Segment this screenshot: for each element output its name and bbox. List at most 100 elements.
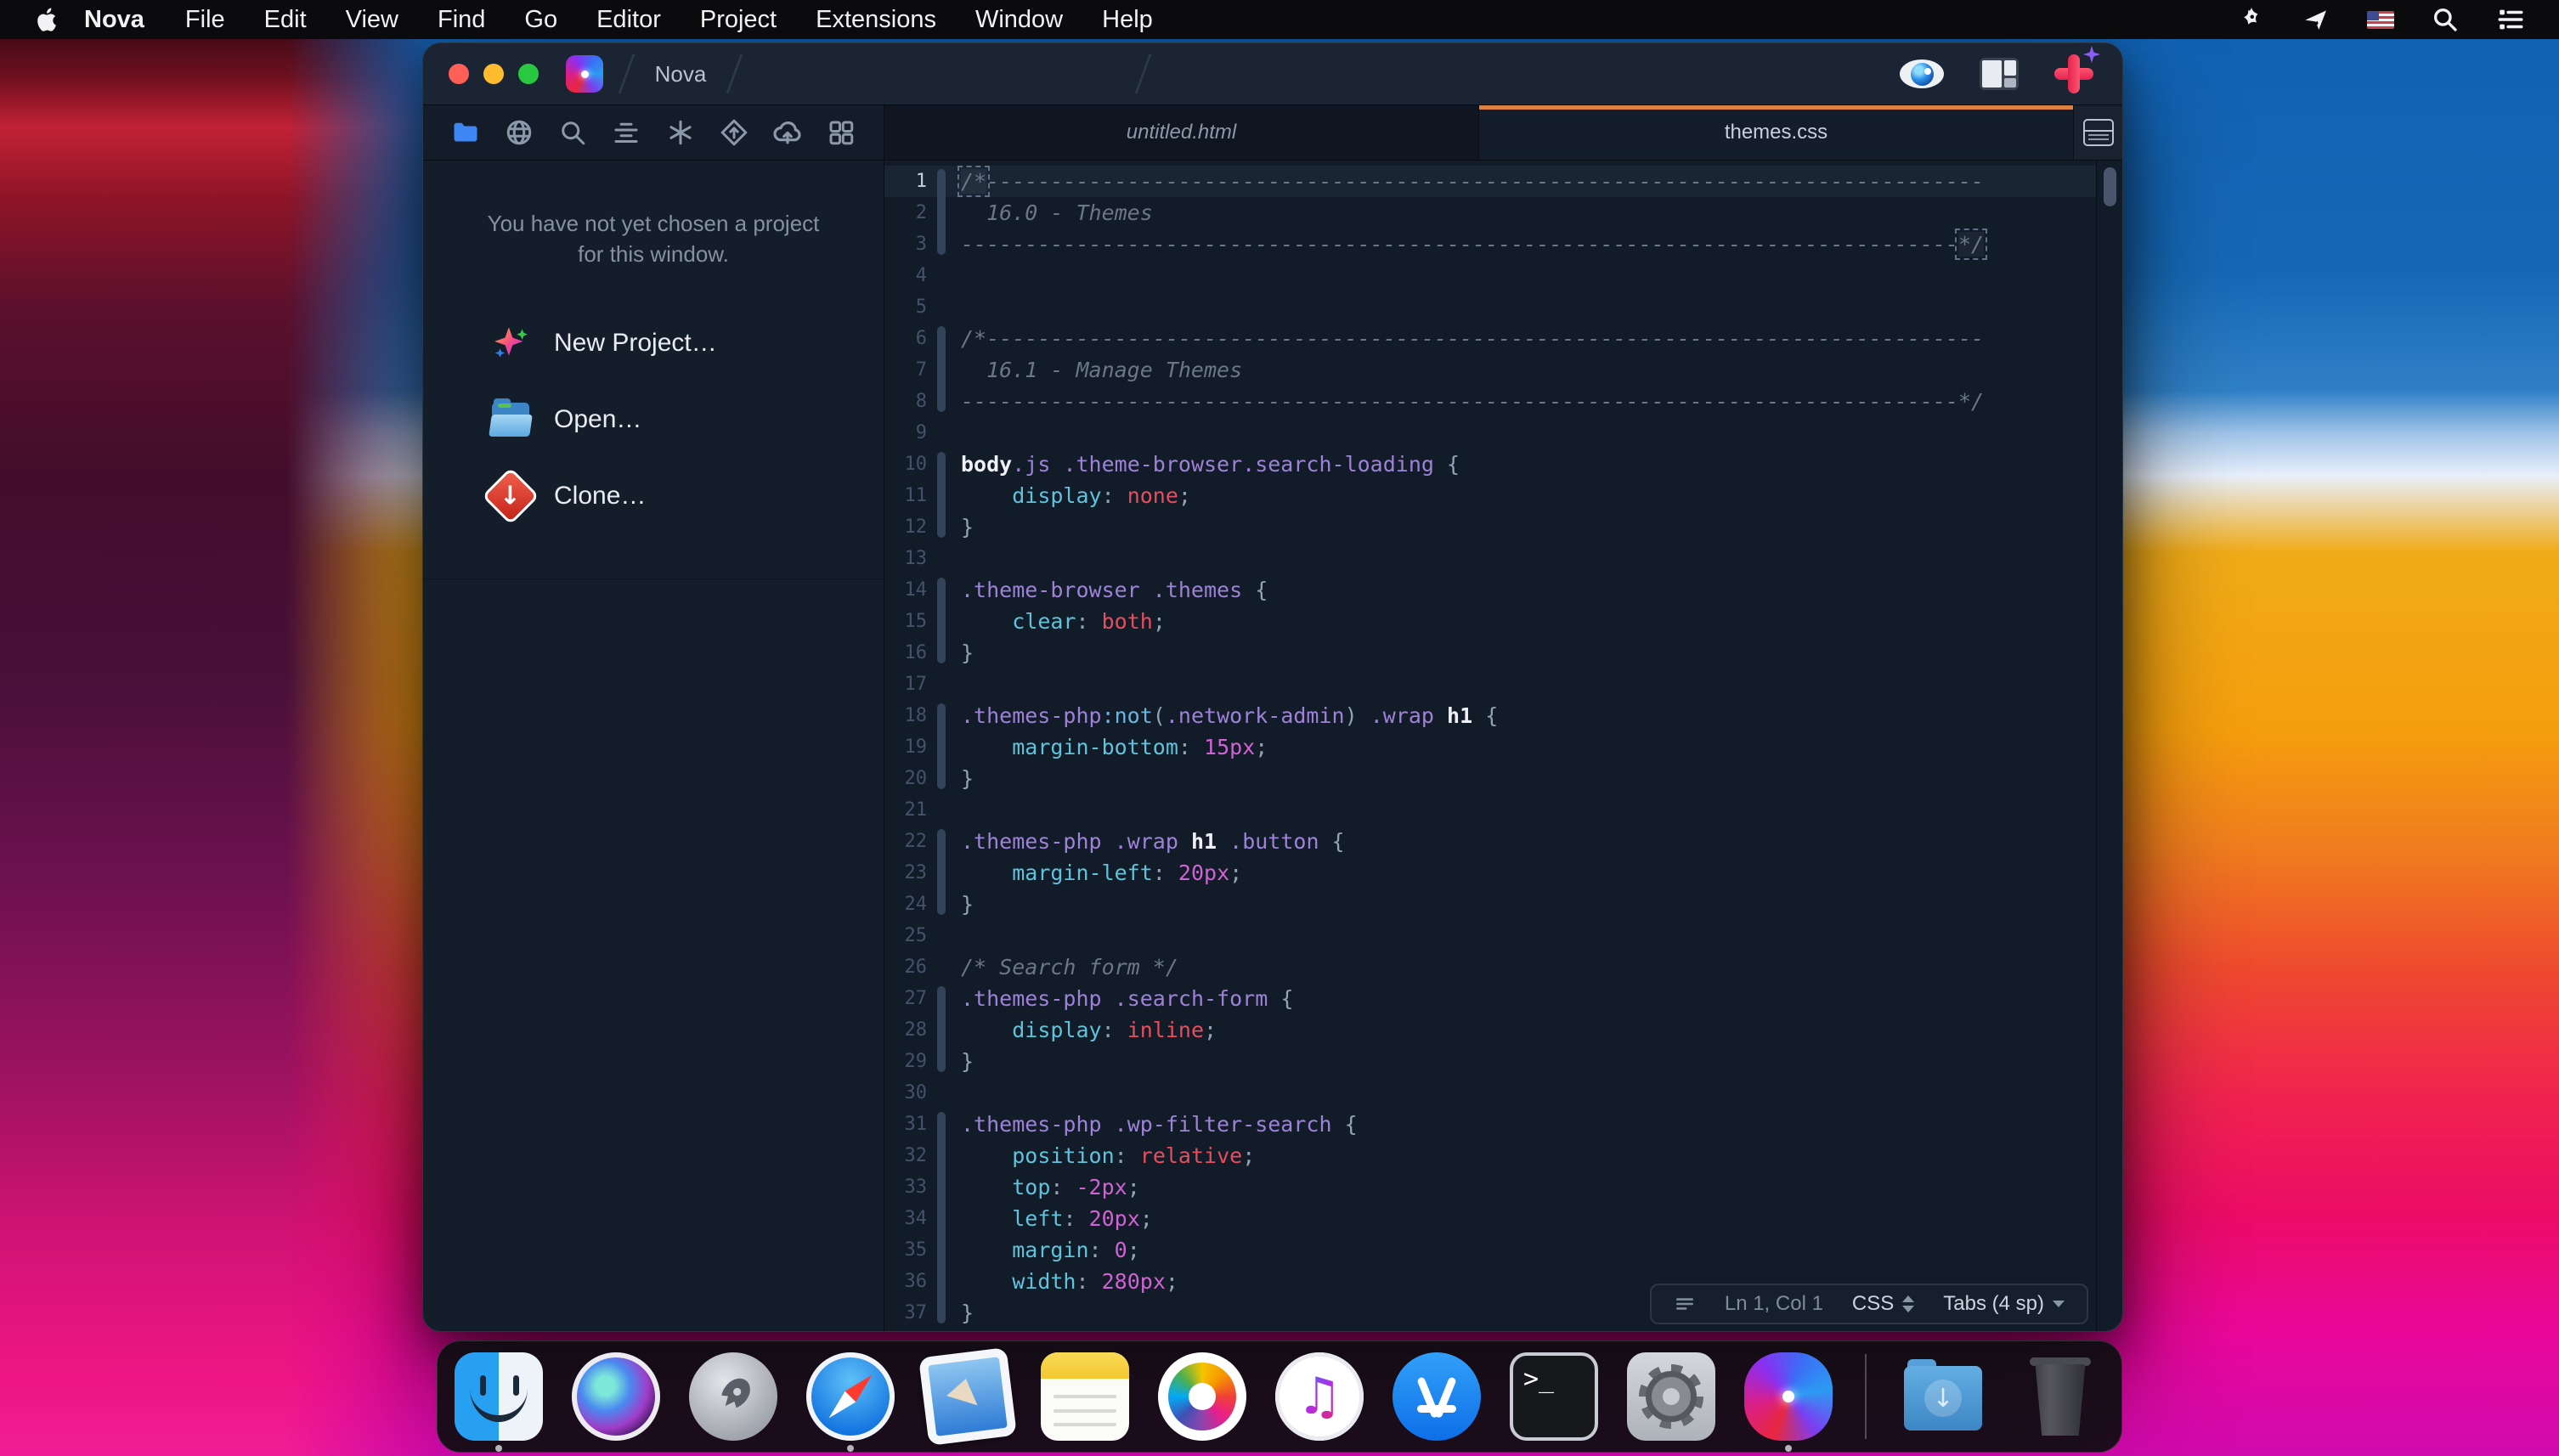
dock-mail-icon[interactable] (924, 1352, 1012, 1441)
code-line[interactable]: 13 (884, 543, 2097, 574)
code-area[interactable]: 1/*-------------------------------------… (884, 161, 2097, 1331)
menu-editor[interactable]: Editor (577, 0, 681, 39)
action-open-folder[interactable]: Open… (489, 392, 884, 448)
menu-help[interactable]: Help (1082, 0, 1172, 39)
minimize-button[interactable] (483, 64, 504, 84)
code-line[interactable]: 32 position: relative; (884, 1140, 2097, 1171)
code-line[interactable]: 17 (884, 669, 2097, 700)
code-line[interactable]: 10body.js .theme-browser.search-loading … (884, 449, 2097, 480)
code-line[interactable]: 26/* Search form */ (884, 951, 2097, 983)
dock-app-store-icon[interactable] (1392, 1352, 1481, 1441)
sidebar-tool-remote-icon[interactable] (500, 114, 538, 151)
code-line[interactable]: 33 top: -2px; (884, 1171, 2097, 1203)
sidebar-tool-search-icon[interactable] (554, 114, 591, 151)
scrollbar-track[interactable] (2096, 161, 2122, 1331)
code-line[interactable]: 14.theme-browser .themes { (884, 574, 2097, 606)
menu-go[interactable]: Go (505, 0, 577, 39)
dock-finder-icon[interactable] (455, 1352, 543, 1441)
fold-indicator[interactable] (937, 703, 946, 789)
dock-safari-icon[interactable] (806, 1352, 895, 1441)
menu-view[interactable]: View (326, 0, 418, 39)
menu-nova[interactable]: Nova (63, 0, 166, 39)
code-line[interactable]: 28 display: inline; (884, 1014, 2097, 1046)
cursor-position[interactable]: Ln 1, Col 1 (1725, 1292, 1823, 1316)
code-line[interactable]: 21 (884, 794, 2097, 826)
code-line[interactable]: 15 clear: both; (884, 606, 2097, 637)
code-line[interactable]: 20} (884, 763, 2097, 794)
dock-music-icon[interactable]: ♫ (1275, 1352, 1364, 1441)
apple-menu-icon[interactable] (34, 6, 63, 33)
preview-eye-icon[interactable] (1900, 59, 1944, 88)
fold-indicator[interactable] (937, 1112, 946, 1323)
menu-edit[interactable]: Edit (245, 0, 326, 39)
code-line[interactable]: 24} (884, 889, 2097, 920)
action-clone[interactable]: ↓Clone… (489, 468, 884, 524)
code-line[interactable]: 27.themes-php .search-form { (884, 983, 2097, 1014)
sidebar-tool-symbols-icon[interactable] (607, 114, 645, 151)
indentation-selector[interactable]: Tabs (4 sp) (1943, 1292, 2065, 1316)
dock-system-preferences-icon[interactable] (1627, 1352, 1715, 1441)
dock-nova-icon[interactable] (1744, 1352, 1833, 1441)
code-line[interactable]: 35 margin: 0; (884, 1234, 2097, 1266)
sidebar-tool-publish-icon[interactable] (769, 114, 806, 151)
code-line[interactable]: 8---------------------------------------… (884, 386, 2097, 417)
menu-file[interactable]: File (166, 0, 245, 39)
language-selector[interactable]: CSS (1852, 1292, 1914, 1316)
fold-indicator[interactable] (937, 169, 946, 255)
code-line[interactable]: 9 (884, 417, 2097, 449)
code-line[interactable]: 5 (884, 291, 2097, 323)
tab-themes-css[interactable]: themes.css (1479, 105, 2074, 160)
code-line[interactable]: 22.themes-php .wrap h1 .button { (884, 826, 2097, 857)
fold-indicator[interactable] (937, 326, 946, 412)
code-line[interactable]: 4 (884, 260, 2097, 291)
code-line[interactable]: 11 display: none; (884, 480, 2097, 511)
code-line[interactable]: 16} (884, 637, 2097, 669)
close-button[interactable] (449, 64, 469, 84)
title-bar[interactable]: Nova (423, 43, 2122, 105)
editor-options-button[interactable] (2074, 105, 2122, 160)
code-line[interactable]: 1/*-------------------------------------… (884, 166, 2097, 197)
sidebar-tool-files-icon[interactable] (447, 114, 484, 151)
zoom-button[interactable] (518, 64, 539, 84)
fold-indicator[interactable] (937, 452, 946, 538)
code-line[interactable]: 38 (884, 1329, 2097, 1331)
code-line[interactable]: 29} (884, 1046, 2097, 1077)
code-line[interactable]: 23 margin-left: 20px; (884, 857, 2097, 889)
dock-downloads-icon[interactable]: ↓ (1899, 1352, 1987, 1441)
dock-photos-icon[interactable] (1158, 1352, 1246, 1441)
fold-indicator[interactable] (937, 986, 946, 1072)
menu-extensions[interactable]: Extensions (796, 0, 956, 39)
dock-terminal-icon[interactable]: >_ (1510, 1352, 1598, 1441)
code-line[interactable]: 7 16.1 - Manage Themes (884, 354, 2097, 386)
tab-untitled-html[interactable]: untitled.html (884, 105, 1479, 160)
scrollbar-thumb[interactable] (2104, 167, 2116, 206)
avast-icon[interactable] (2238, 6, 2265, 33)
spotlight-icon[interactable] (2432, 6, 2459, 33)
dock-siri-icon[interactable] (572, 1352, 660, 1441)
code-line[interactable]: 18.themes-php:not(.network-admin) .wrap … (884, 700, 2097, 731)
code-line[interactable]: 3---------------------------------------… (884, 229, 2097, 260)
code-line[interactable]: 6/*-------------------------------------… (884, 323, 2097, 354)
fold-indicator[interactable] (937, 829, 946, 915)
code-line[interactable]: 31.themes-php .wp-filter-search { (884, 1109, 2097, 1140)
dock-notes-icon[interactable] (1041, 1352, 1129, 1441)
fold-indicator[interactable] (937, 578, 946, 663)
code-line[interactable]: 34 left: 20px; (884, 1203, 2097, 1234)
code-line[interactable]: 2 16.0 - Themes (884, 197, 2097, 229)
sidebar-tool-extensions-icon[interactable] (822, 114, 860, 151)
code-line[interactable]: 30 (884, 1077, 2097, 1109)
code-line[interactable]: 25 (884, 920, 2097, 951)
new-sparkle-icon[interactable] (2054, 54, 2093, 93)
split-editor-icon[interactable] (1980, 58, 2019, 90)
editor[interactable]: 1/*-------------------------------------… (884, 161, 2122, 1331)
us-flag-icon[interactable] (2367, 11, 2394, 29)
list-icon[interactable] (2496, 5, 2525, 34)
dock-trash-icon[interactable] (2016, 1352, 2104, 1441)
menu-project[interactable]: Project (681, 0, 796, 39)
sidebar-tool-issues-icon[interactable] (662, 114, 699, 151)
action-new-project[interactable]: New Project… (489, 315, 884, 371)
menu-find[interactable]: Find (418, 0, 505, 39)
pointer-icon[interactable] (2302, 6, 2330, 33)
dock-launchpad-icon[interactable] (689, 1352, 777, 1441)
menu-window[interactable]: Window (956, 0, 1082, 39)
